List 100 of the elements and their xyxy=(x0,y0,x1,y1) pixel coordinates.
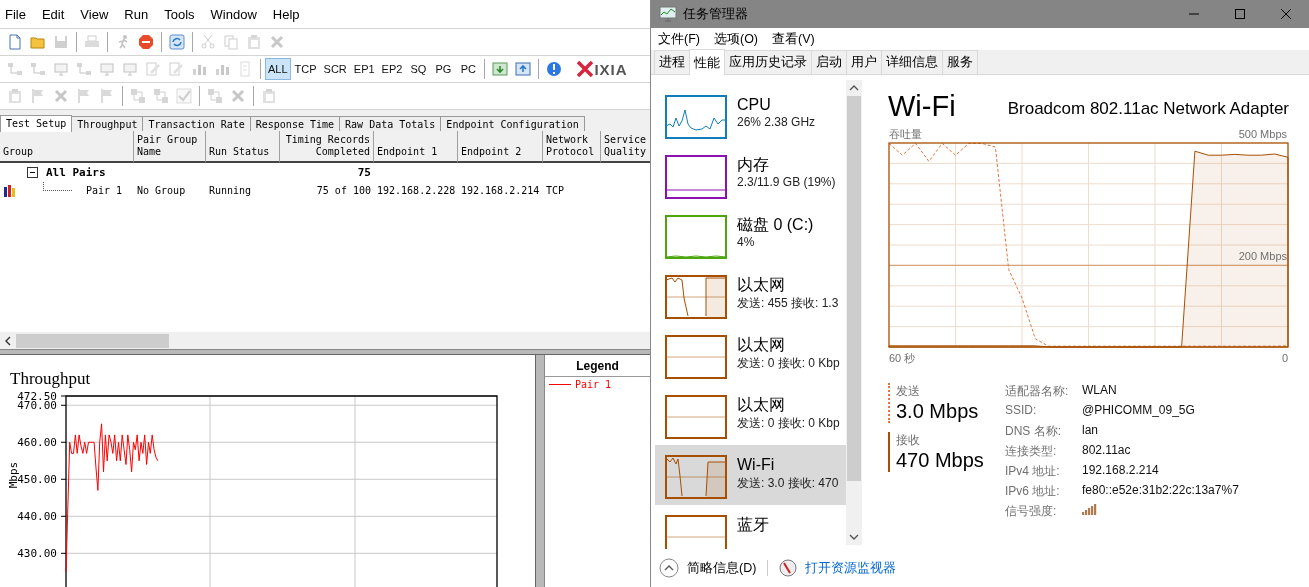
usage-graph xyxy=(665,215,727,259)
send-value: 3.0 Mbps xyxy=(896,400,980,423)
receive-value: 470 Mbps xyxy=(896,449,985,472)
usage-graph xyxy=(665,395,727,439)
resource-item[interactable]: 蓝牙 xyxy=(655,505,846,549)
close-icon[interactable] xyxy=(1281,9,1291,19)
menu-item[interactable]: 选项(O) xyxy=(706,30,766,48)
resource-monitor-link[interactable]: 打开资源监视器 xyxy=(805,559,897,577)
property-value: lan xyxy=(1082,423,1099,439)
tab[interactable]: 服务 xyxy=(942,50,978,74)
tab[interactable]: 性能 xyxy=(689,49,725,75)
menu-item[interactable]: File xyxy=(0,6,34,22)
resource-item[interactable]: 以太网 发送: 0 接收: 0 Kbp xyxy=(655,385,846,445)
scroll-up-icon[interactable] xyxy=(849,84,859,92)
menu-item[interactable]: Edit xyxy=(36,6,73,22)
axis-label: 200 Mbps xyxy=(1238,250,1287,263)
tab[interactable]: Raw Data Totals xyxy=(339,116,442,131)
tab[interactable]: Transaction Rate xyxy=(142,116,251,131)
resource-name: 磁盘 0 (C:) xyxy=(737,215,814,235)
property-value: 802.11ac xyxy=(1082,443,1132,459)
tick-label: 460.00 xyxy=(17,436,57,450)
pair-name[interactable]: Pair 1 xyxy=(86,184,123,196)
property-label: SSID: xyxy=(1005,403,1038,419)
resource-detail: 4% xyxy=(737,235,756,249)
tick-label: 450.00 xyxy=(17,473,57,487)
resource-item[interactable]: CPU 26% 2.38 GHz xyxy=(655,85,846,145)
column-header[interactable]: Endpoint 1 xyxy=(374,131,458,163)
send-label: 发送 xyxy=(896,383,921,400)
filter-button[interactable]: SCR xyxy=(320,58,350,80)
resource-item[interactable]: 内存 2.3/11.9 GB (19%) xyxy=(655,145,846,205)
property-label: 连接类型: xyxy=(1005,443,1058,459)
resource-item[interactable]: 以太网 发送: 0 接收: 0 Kbp xyxy=(655,325,846,385)
resource-detail: 发送: 0 接收: 0 Kbp xyxy=(737,355,840,372)
resource-item[interactable]: Wi-Fi 发送: 3.0 接收: 470 xyxy=(655,445,846,505)
property-value: fe80::e52e:31b2:22c:13a7%7 xyxy=(1082,483,1239,499)
maximize-icon[interactable] xyxy=(1235,9,1245,19)
column-header[interactable]: Run Status xyxy=(206,131,280,163)
menu-item[interactable]: View xyxy=(75,6,117,22)
axis-label: Mbps xyxy=(7,461,20,489)
tab[interactable]: 进程 xyxy=(654,50,690,74)
refresh-icon[interactable] xyxy=(166,31,188,53)
fewer-details-link[interactable]: 简略信息(D) xyxy=(687,559,757,577)
resource-detail: 2.3/11.9 GB (19%) xyxy=(737,175,836,189)
group-name: All Pairs xyxy=(46,165,106,179)
tick-label: 440.00 xyxy=(17,510,57,524)
column-header[interactable]: Endpoint 2 xyxy=(458,131,543,163)
table-cell-text: TCP xyxy=(545,183,566,198)
tab[interactable]: Endpoint Configuration xyxy=(440,116,585,131)
filter-button[interactable]: ALL xyxy=(265,58,291,80)
collapse-icon[interactable] xyxy=(27,166,38,178)
property-value: 192.168.2.214 xyxy=(1082,463,1160,479)
table-cell-text: 75 of 100 xyxy=(315,183,372,198)
axis-label: 吞吐量 xyxy=(889,128,922,140)
resource-detail: 发送: 3.0 接收: 470 xyxy=(737,475,839,492)
scroll-down-icon[interactable] xyxy=(849,533,859,541)
filter-button[interactable]: EP2 xyxy=(378,58,406,80)
table-cell-text: Running xyxy=(208,183,253,198)
filter-button[interactable]: PG xyxy=(431,58,456,80)
axis-label: 500 Mbps xyxy=(1238,128,1287,140)
usage-graph xyxy=(665,455,727,499)
column-header[interactable]: Network Protocol xyxy=(543,131,601,163)
filter-button[interactable]: TCP xyxy=(291,58,320,80)
filter-button[interactable]: EP1 xyxy=(350,58,378,80)
filter-button[interactable]: SQ xyxy=(406,58,431,80)
app-icon xyxy=(659,6,677,22)
filter-button[interactable]: PC xyxy=(456,58,481,80)
window-title: 任务管理器 xyxy=(683,5,749,23)
menu-item[interactable]: 文件(F) xyxy=(651,30,707,48)
splitter-bar[interactable] xyxy=(535,355,545,587)
tab[interactable]: Test Setup xyxy=(0,115,73,132)
resource-detail: 发送: 0 接收: 0 Kbp xyxy=(737,415,840,432)
scroll-left-icon[interactable] xyxy=(4,335,12,346)
scrollbar-thumb[interactable] xyxy=(16,333,169,348)
resource-item[interactable]: 以太网 发送: 455 接收: 1.3 xyxy=(655,265,846,325)
adapter-name: Broadcom 802.11ac Network Adapter xyxy=(1007,99,1289,120)
resource-item[interactable]: 磁盘 0 (C:) 4% xyxy=(655,205,846,265)
logo-text: IXIA xyxy=(594,60,628,78)
property-label: IPv4 地址: xyxy=(1005,463,1061,479)
tab[interactable]: Throughput xyxy=(71,116,144,131)
menu-item[interactable]: Tools xyxy=(159,6,203,22)
table-cell-text: No Group xyxy=(136,183,187,198)
tab[interactable]: Response Time xyxy=(249,116,341,131)
resource-name: 以太网 xyxy=(737,275,786,295)
menu-item[interactable]: Help xyxy=(267,6,308,22)
bar-chart-icon xyxy=(3,183,17,197)
property-label: 信号强度: xyxy=(1005,503,1058,519)
property-value: @PHICOMM_09_5G xyxy=(1082,403,1196,419)
column-header[interactable]: Timing Records Completed xyxy=(280,131,374,163)
scrollbar-thumb[interactable] xyxy=(847,96,861,481)
table-cell-text: 75 xyxy=(356,164,372,181)
column-header[interactable]: Pair Group Name xyxy=(134,131,206,163)
chart-title: Throughput xyxy=(10,369,91,388)
menu-item[interactable]: Window xyxy=(205,6,265,22)
menu-item[interactable]: 查看(V) xyxy=(765,30,822,48)
resource-name: 以太网 xyxy=(737,395,786,415)
column-header[interactable]: Service Quality xyxy=(601,131,650,163)
resource-name: 以太网 xyxy=(737,335,786,355)
column-header[interactable]: Group xyxy=(0,131,134,163)
usage-graph xyxy=(665,95,727,139)
menu-item[interactable]: Run xyxy=(119,6,157,22)
